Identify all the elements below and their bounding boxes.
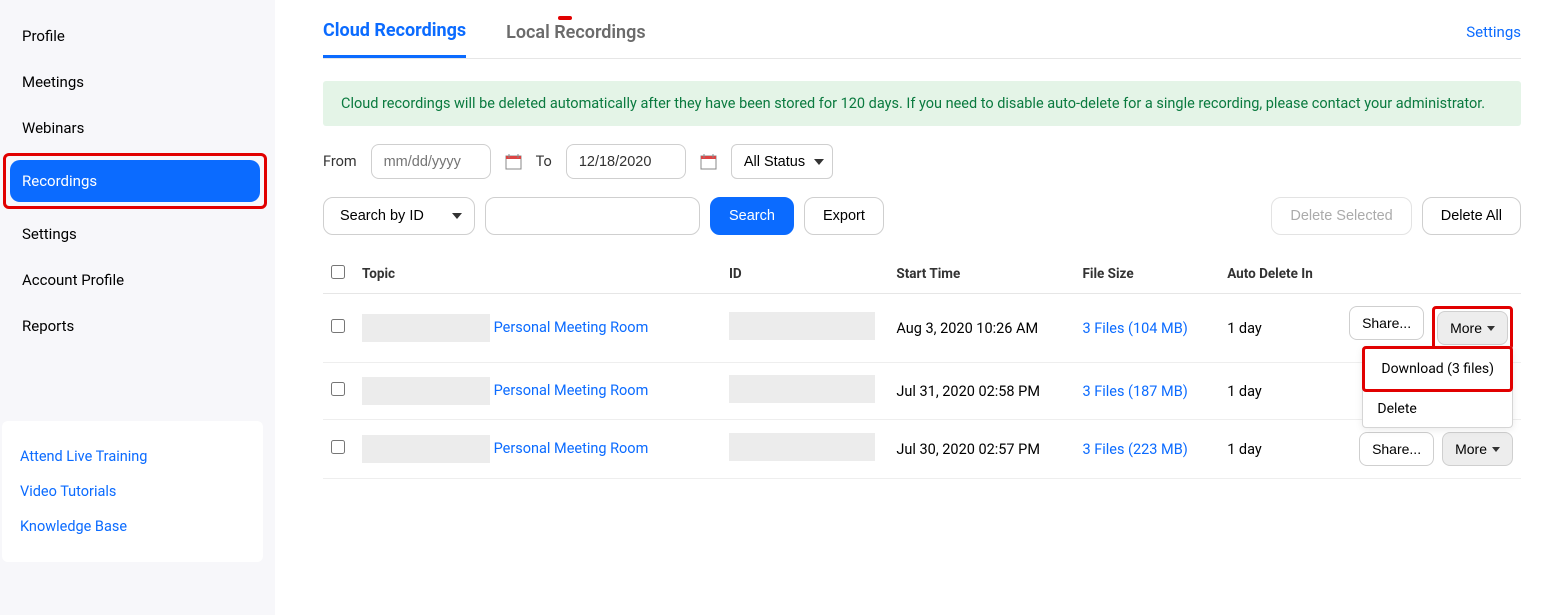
start-time: Jul 30, 2020 02:57 PM	[888, 420, 1074, 479]
redacted-id	[729, 312, 875, 340]
delete-all-button[interactable]: Delete All	[1422, 197, 1521, 235]
sidebar: Profile Meetings Webinars Recordings Set…	[0, 0, 275, 615]
status-select[interactable]: All Status	[731, 144, 833, 179]
search-input[interactable]	[502, 208, 689, 224]
more-label: More	[1455, 441, 1487, 457]
row-checkbox[interactable]	[331, 319, 345, 333]
file-size-link[interactable]: 3 Files (104 MB)	[1082, 320, 1187, 337]
share-button[interactable]: Share...	[1349, 306, 1424, 340]
col-topic: Topic	[354, 255, 721, 294]
sidebar-nav: Profile Meetings Webinars Recordings Set…	[0, 15, 275, 351]
tab-cloud-recordings[interactable]: Cloud Recordings	[323, 20, 466, 58]
from-date-input[interactable]	[371, 144, 491, 179]
more-dropdown: Download (3 files) Delete	[1362, 346, 1513, 428]
more-label: More	[1450, 320, 1482, 336]
search-controls: Search by ID Search Export Delete Select…	[323, 197, 1521, 235]
recordings-table: Topic ID Start Time File Size Auto Delet…	[323, 255, 1521, 479]
sidebar-item-profile[interactable]: Profile	[0, 15, 275, 57]
calendar-icon[interactable]	[700, 153, 717, 170]
redacted-name	[362, 435, 490, 463]
redacted-id	[729, 375, 875, 403]
more-button[interactable]: More	[1442, 432, 1513, 466]
table-row: Personal Meeting Room Jul 31, 2020 02:58…	[323, 363, 1521, 420]
sidebar-item-webinars[interactable]: Webinars	[0, 107, 275, 149]
topic-link[interactable]: Personal Meeting Room	[494, 382, 649, 399]
tab-local-recordings[interactable]: Local Recordings	[506, 22, 645, 57]
row-checkbox[interactable]	[331, 440, 345, 454]
col-auto: Auto Delete In	[1219, 255, 1335, 294]
row-checkbox[interactable]	[331, 382, 345, 396]
redacted-id	[729, 433, 875, 461]
to-label: To	[536, 153, 552, 170]
sidebar-item-recordings[interactable]: Recordings	[10, 160, 260, 202]
link-knowledge-base[interactable]: Knowledge Base	[20, 509, 245, 544]
bulk-actions: Delete Selected Delete All	[1271, 197, 1521, 235]
info-banner: Cloud recordings will be deleted automat…	[323, 81, 1521, 126]
search-by-select[interactable]: Search by ID	[323, 197, 475, 235]
date-filters: From To All Status	[323, 144, 1521, 179]
sidebar-item-meetings[interactable]: Meetings	[0, 61, 275, 103]
start-time: Jul 31, 2020 02:58 PM	[888, 363, 1074, 420]
more-button[interactable]: More	[1437, 311, 1508, 345]
redacted-name	[362, 314, 490, 342]
main-content: Cloud Recordings Local Recordings Settin…	[275, 0, 1549, 615]
annotation-highlight-more: More	[1432, 306, 1513, 350]
file-size-link[interactable]: 3 Files (187 MB)	[1082, 383, 1187, 400]
link-recording-settings[interactable]: Settings	[1466, 23, 1521, 55]
search-input-wrap	[485, 197, 700, 235]
dropdown-delete[interactable]: Delete	[1363, 391, 1512, 427]
file-size-link[interactable]: 3 Files (223 MB)	[1082, 441, 1187, 458]
dropdown-download[interactable]: Download (3 files)	[1367, 351, 1508, 387]
sidebar-item-reports[interactable]: Reports	[0, 305, 275, 347]
col-id: ID	[721, 255, 888, 294]
auto-delete: 1 day	[1219, 363, 1335, 420]
auto-delete: 1 day	[1219, 420, 1335, 479]
col-start: Start Time	[888, 255, 1074, 294]
calendar-icon[interactable]	[505, 153, 522, 170]
annotation-highlight-download: Download (3 files)	[1362, 346, 1513, 392]
annotation-highlight-recordings: Recordings	[3, 153, 267, 209]
redacted-name	[362, 377, 490, 405]
search-button[interactable]: Search	[710, 197, 794, 235]
delete-selected-button[interactable]: Delete Selected	[1271, 197, 1411, 235]
export-button[interactable]: Export	[804, 197, 884, 235]
annotation-red-mark	[558, 16, 572, 20]
topic-link[interactable]: Personal Meeting Room	[494, 440, 649, 457]
select-all-checkbox[interactable]	[331, 265, 345, 279]
sidebar-help-links: Attend Live Training Video Tutorials Kno…	[2, 421, 263, 562]
chevron-down-icon	[1492, 447, 1500, 452]
to-date-input[interactable]	[566, 144, 686, 179]
table-row: Personal Meeting Room Jul 30, 2020 02:57…	[323, 420, 1521, 479]
link-video-tutorials[interactable]: Video Tutorials	[20, 474, 245, 509]
topic-link[interactable]: Personal Meeting Room	[494, 319, 649, 336]
col-file: File Size	[1074, 255, 1219, 294]
link-attend-live-training[interactable]: Attend Live Training	[20, 439, 245, 474]
auto-delete: 1 day	[1219, 294, 1335, 363]
table-row: Personal Meeting Room Aug 3, 2020 10:26 …	[323, 294, 1521, 363]
share-button[interactable]: Share...	[1359, 432, 1434, 466]
sidebar-item-account-profile[interactable]: Account Profile	[0, 259, 275, 301]
tab-local-label: Local Recordings	[506, 22, 645, 43]
start-time: Aug 3, 2020 10:26 AM	[888, 294, 1074, 363]
from-label: From	[323, 153, 357, 170]
sidebar-item-settings[interactable]: Settings	[0, 213, 275, 255]
tabs: Cloud Recordings Local Recordings Settin…	[323, 20, 1521, 59]
chevron-down-icon	[1487, 326, 1495, 331]
